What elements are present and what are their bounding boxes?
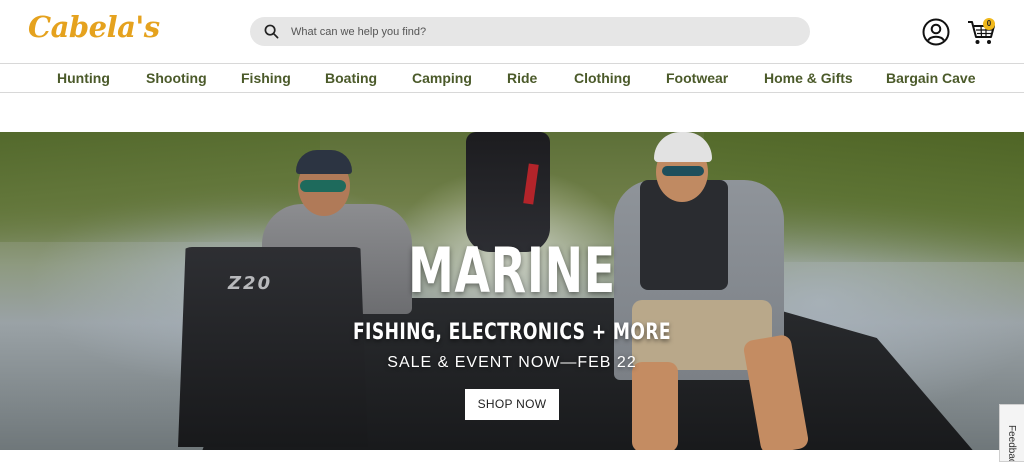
hero-angler-left-sunglasses — [300, 180, 346, 192]
hero-tagline: SALE & EVENT NOW—FEB 22 — [387, 354, 637, 371]
nav-item-fishing[interactable]: Fishing — [241, 70, 291, 86]
nav-item-ride[interactable]: Ride — [507, 70, 537, 86]
cart-count-badge: 0 — [983, 18, 995, 30]
nav-item-boating[interactable]: Boating — [325, 70, 377, 86]
site-header: Cabela's 0 — [0, 0, 1024, 64]
nav-item-footwear[interactable]: Footwear — [666, 70, 728, 86]
search-input[interactable] — [291, 25, 771, 38]
nav-item-hunting[interactable]: Hunting — [57, 70, 110, 86]
hero-angler-right-sunglasses — [662, 166, 704, 176]
nav-item-shooting[interactable]: Shooting — [146, 70, 207, 86]
hero-angler-right-leg — [632, 362, 678, 450]
feedback-tab[interactable]: Feedback — [999, 404, 1024, 462]
nav-item-bargain-cave[interactable]: Bargain Cave — [886, 70, 975, 86]
hero-angler-left-cap — [296, 150, 352, 174]
nav-item-clothing[interactable]: Clothing — [574, 70, 631, 86]
nav-item-home-gifts[interactable]: Home & Gifts — [764, 70, 853, 86]
hero-subtitle: FISHING, ELECTRONICS + MORE — [352, 320, 672, 345]
account-icon[interactable] — [922, 18, 950, 46]
search-bar[interactable] — [250, 17, 810, 46]
main-nav: Hunting Shooting Fishing Boating Camping… — [0, 63, 1024, 93]
hero-title: MARINE — [408, 234, 616, 307]
cabelas-logo[interactable]: Cabela's — [28, 10, 160, 44]
shop-now-button[interactable]: SHOP NOW — [465, 389, 559, 420]
feedback-label: Feedback — [1006, 425, 1017, 462]
search-icon — [264, 24, 279, 39]
nav-item-camping[interactable]: Camping — [412, 70, 472, 86]
hero-banner[interactable]: Z20 MARINE FISHING, ELECTRONICS + MORE S… — [0, 132, 1024, 450]
